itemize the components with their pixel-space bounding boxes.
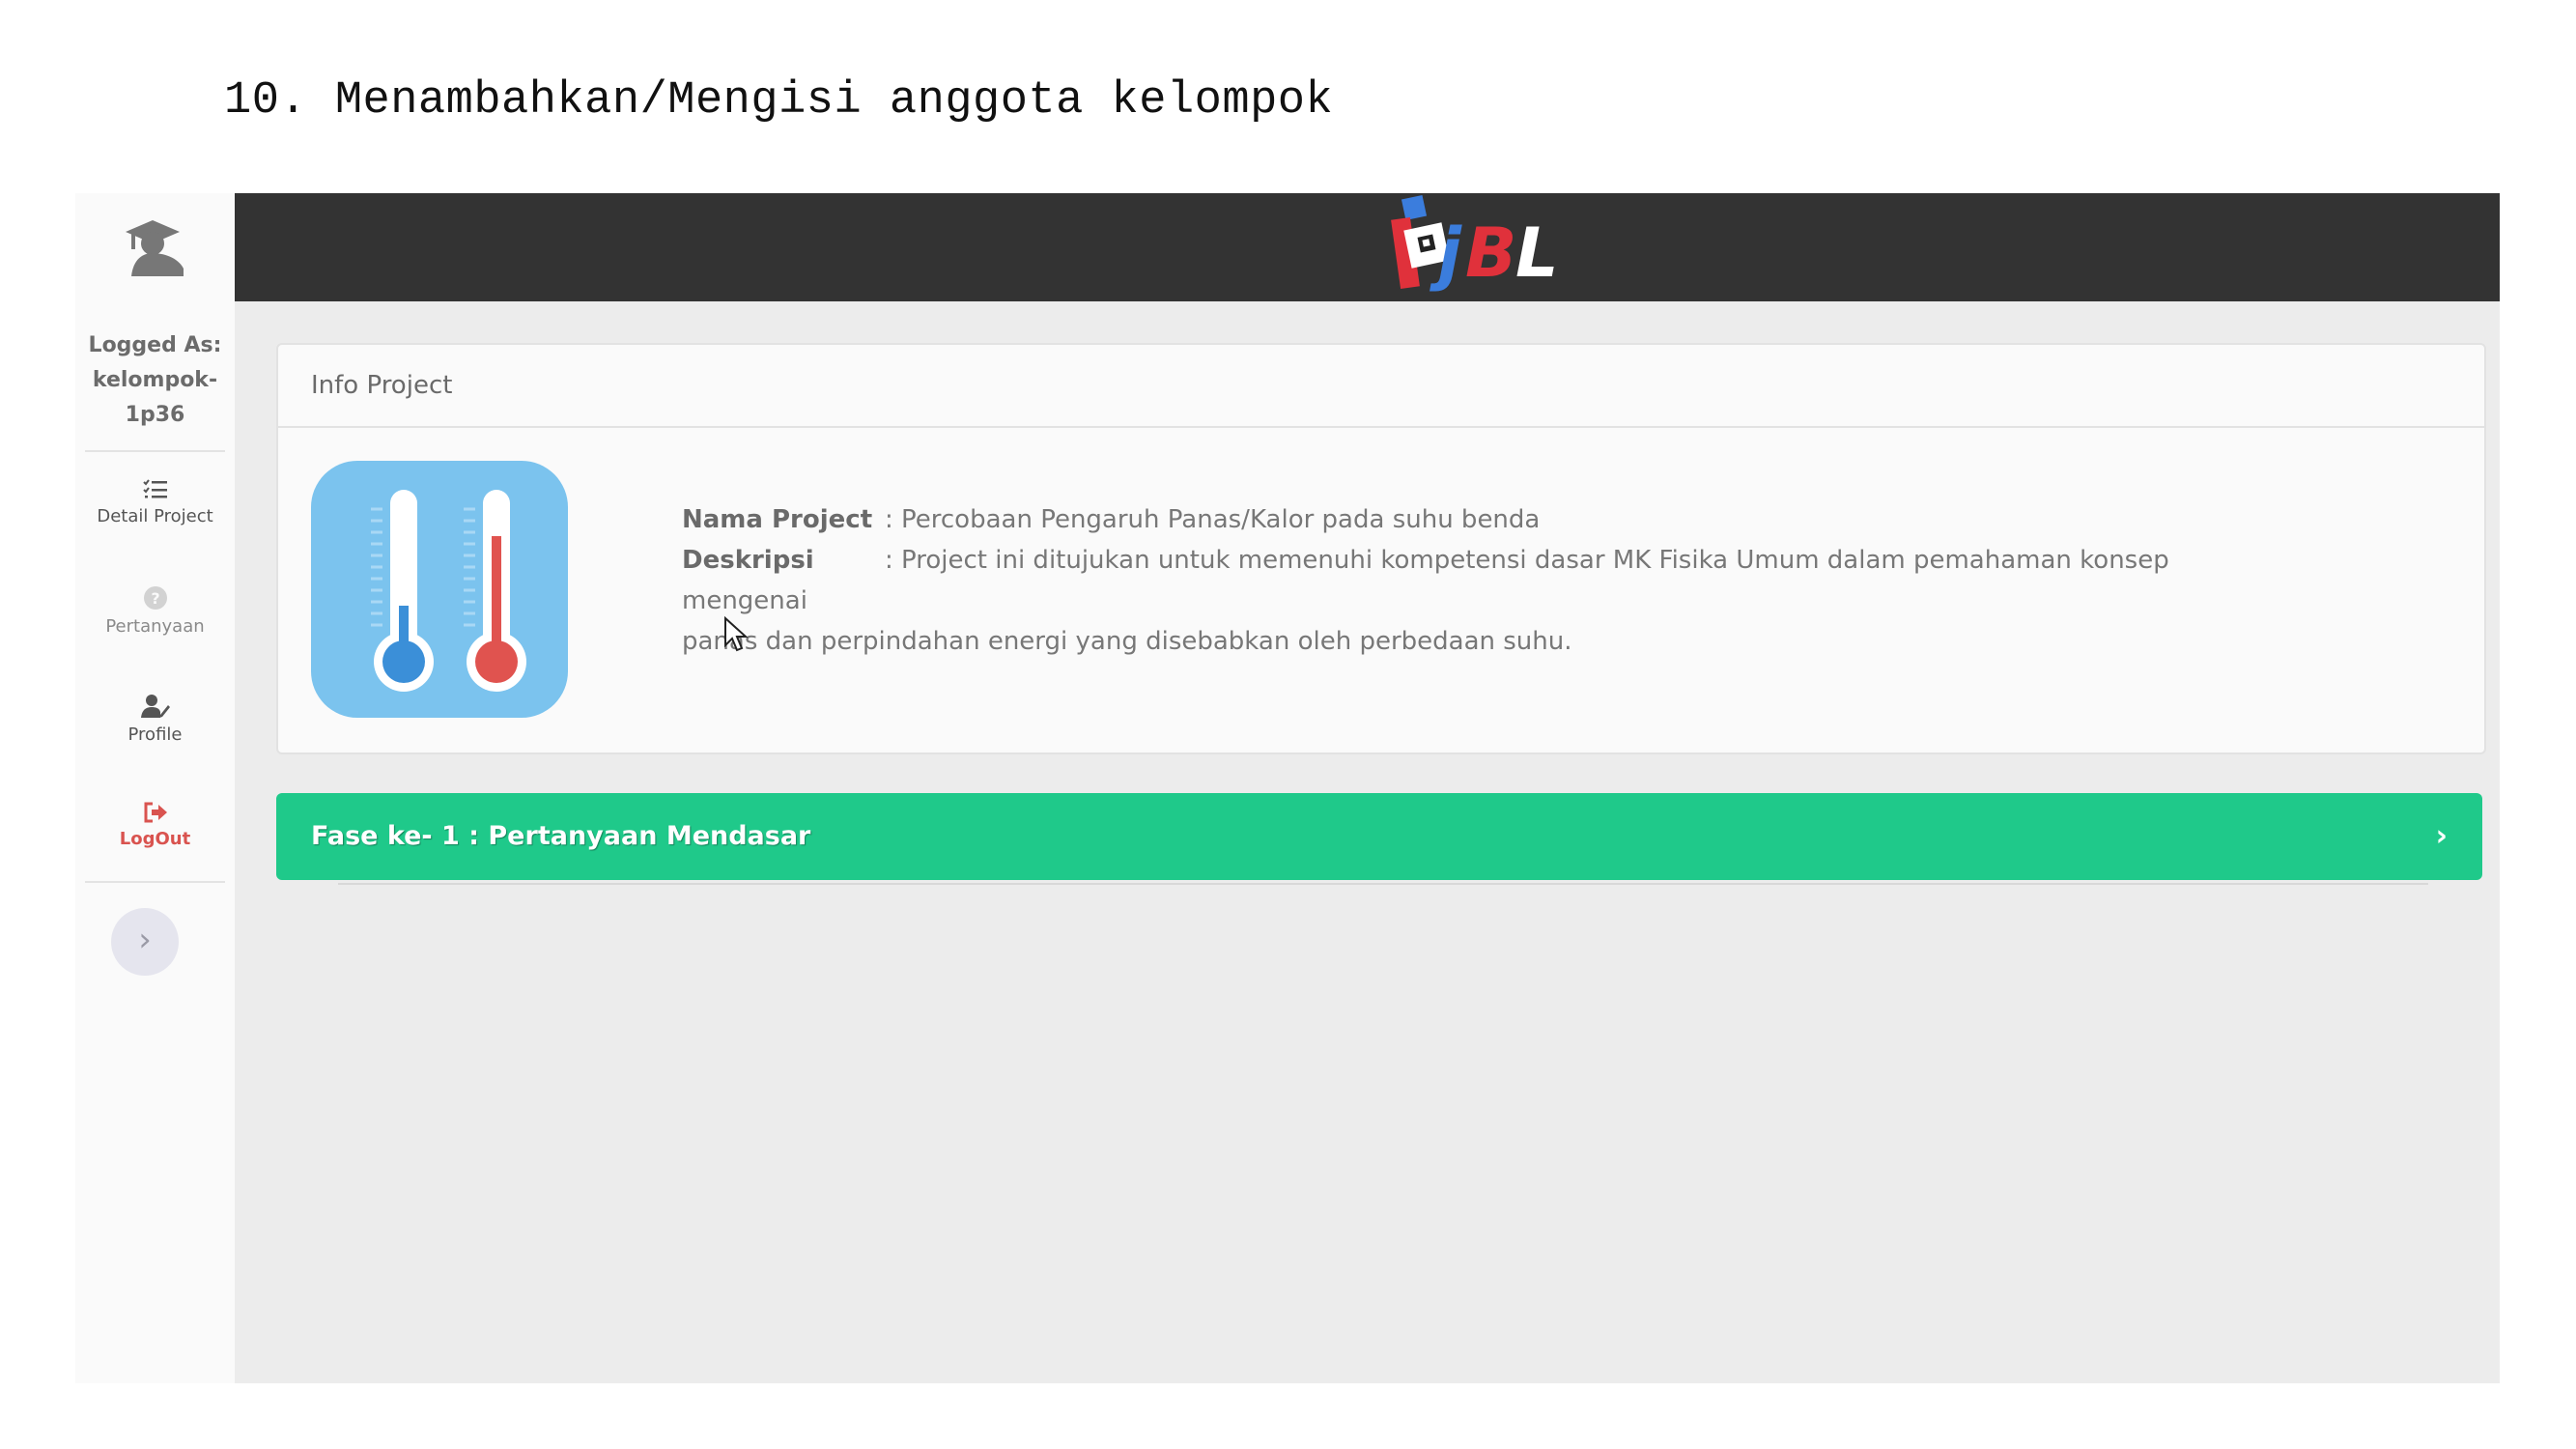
sidebar-item-label: LogOut [119, 829, 191, 849]
logged-as-label: Logged As: [88, 333, 222, 357]
sidebar-item-label: Pertanyaan [105, 616, 205, 637]
svg-text:?: ? [151, 589, 159, 608]
sidebar-item-label: Detail Project [97, 506, 213, 526]
sidebar-toggle-button[interactable]: › [111, 908, 179, 976]
sidebar-item-label: Profile [127, 724, 183, 745]
project-name-value: : Percobaan Pengaruh Panas/Kalor pada su… [885, 505, 1541, 534]
chevron-right-icon: › [2435, 819, 2448, 853]
app-window: Logged As: kelompok- 1p36 Detail Project… [75, 193, 2500, 1383]
svg-text:L: L [1515, 213, 1559, 293]
logged-as-block: Logged As: kelompok- 1p36 [75, 328, 235, 433]
top-navbar: j B L [235, 193, 2500, 301]
username-line1: kelompok- [92, 368, 218, 392]
phase-label: Fase ke- 1 : Pertanyaan Mendasar [311, 821, 811, 851]
thermometers-icon [311, 461, 568, 718]
project-description-row: Deskripsi: Project ini ditujukan untuk m… [682, 540, 2256, 621]
project-name-row: Nama Project : Percobaan Pengaruh Panas/K… [682, 499, 2256, 540]
graduate-avatar-icon [75, 214, 235, 278]
question-circle-icon: ? [143, 586, 167, 610]
sidebar-divider [85, 450, 225, 452]
sidebar-item-pertanyaan[interactable]: ? Pertanyaan [75, 585, 235, 637]
sidebar: Logged As: kelompok- 1p36 Detail Project… [75, 193, 235, 1383]
user-edit-icon [140, 695, 170, 718]
svg-text:B: B [1465, 213, 1516, 293]
list-check-icon [142, 479, 167, 498]
project-description-label: Deskripsi [682, 546, 814, 575]
mouse-cursor-icon [723, 615, 749, 657]
username-line2: 1p36 [125, 403, 185, 427]
step-heading: 10. Menambahkan/Mengisi anggota kelompok [224, 75, 1334, 127]
sidebar-item-profile[interactable]: Profile [75, 694, 235, 745]
phase-divider [338, 883, 2428, 885]
info-project-card: Info Project Nama Project: Percobaan Pe… [276, 343, 2486, 754]
project-description-value: : Project ini ditujukan untuk memenuhi k… [682, 546, 2169, 615]
project-description-continued: panas dan perpindahan energi yang diseba… [682, 627, 1572, 656]
sidebar-item-detail-project[interactable]: Detail Project [75, 479, 235, 526]
project-info: Nama Project : Percobaan Pengaruh Panas/K… [682, 499, 2256, 662]
brand-logo[interactable]: j B L [1374, 193, 1568, 301]
phase-1-accordion[interactable]: Fase ke- 1 : Pertanyaan Mendasar › [276, 793, 2482, 880]
sidebar-item-logout[interactable]: LogOut [75, 802, 235, 849]
sign-out-icon [144, 802, 167, 823]
pjbl-logo-icon: j B L [1391, 194, 1559, 293]
card-title: Info Project [278, 345, 2484, 428]
sidebar-divider [85, 881, 225, 883]
project-name-label: Nama Project [682, 505, 873, 534]
